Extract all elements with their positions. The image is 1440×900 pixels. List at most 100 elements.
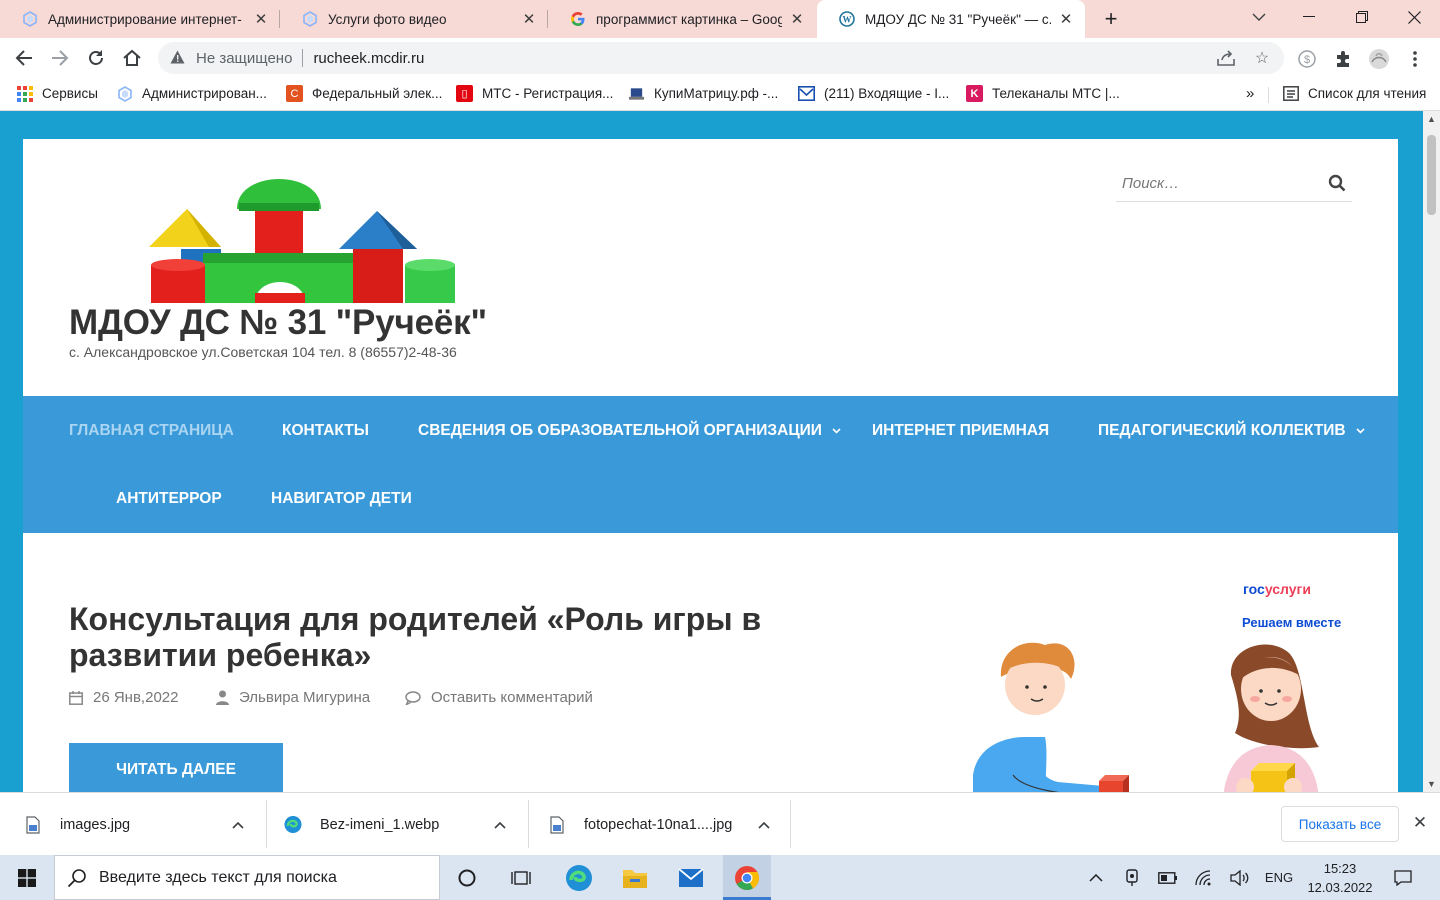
close-icon[interactable]: ✕ <box>1057 10 1075 28</box>
scrollbar-thumb[interactable] <box>1427 135 1436 215</box>
nav-item-contacts[interactable]: Контакты <box>282 422 369 440</box>
bookmark-kupimatritsu[interactable]: КупиМатрицу.рф -... <box>628 85 778 102</box>
nav-item-home[interactable]: Главная страница <box>69 422 234 440</box>
wifi-icon[interactable] <box>1192 855 1216 900</box>
search-input[interactable]: Поиск… <box>1116 175 1322 192</box>
forward-button[interactable] <box>46 44 74 72</box>
nav-item-staff[interactable]: Педагогический коллектив <box>1098 422 1365 440</box>
taskbar-chrome[interactable] <box>723 855 771 900</box>
meet-now-icon[interactable] <box>1120 855 1144 900</box>
language-indicator[interactable]: ENG <box>1262 855 1296 900</box>
tab-title: МДОУ ДС № 31 "Ручеёк" — с. А <box>865 11 1051 27</box>
extensions-puzzle-icon[interactable] <box>1331 47 1355 71</box>
scroll-up-icon[interactable]: ▲ <box>1423 111 1440 127</box>
close-icon[interactable]: ✕ <box>1410 813 1430 833</box>
profile-avatar-icon[interactable] <box>1367 47 1391 71</box>
chevron-up-icon[interactable] <box>232 818 244 832</box>
bookmark-mts[interactable]: ▯ МТС - Регистрация... <box>456 85 613 102</box>
taskbar-search-box[interactable]: Введите здесь текст для поиска <box>54 855 440 900</box>
taskbar-edge[interactable] <box>555 855 603 900</box>
reload-button[interactable] <box>82 44 110 72</box>
nav-item-label: Педагогический коллектив <box>1098 422 1346 439</box>
restore-button[interactable] <box>1337 0 1387 34</box>
nav-item-reception[interactable]: Интернет приемная <box>872 422 1049 440</box>
nav-item-label: Контакты <box>282 422 369 439</box>
bookmark-inbox[interactable]: (211) Входящие - I... <box>798 85 949 102</box>
bookmark-admin[interactable]: Администрирован... <box>116 85 267 102</box>
site-title[interactable]: МДОУ ДС № 31 "Ручеёк" <box>69 303 487 343</box>
volume-icon[interactable] <box>1228 855 1252 900</box>
star-icon[interactable]: ☆ <box>1250 48 1274 68</box>
site-logo[interactable] <box>69 157 469 303</box>
post-title[interactable]: Консультация для родителей «Роль игры в … <box>69 601 829 673</box>
windows-start-button[interactable] <box>0 855 54 900</box>
gosuslugi-banner[interactable]: госуслуги Решаем вместе <box>953 575 1353 792</box>
post-author[interactable]: Эльвира Мигурина <box>216 689 370 706</box>
taskbar-file-explorer[interactable] <box>611 855 659 900</box>
page-scrollbar[interactable]: ▲ ▼ <box>1423 111 1440 792</box>
nav-item-antiterror[interactable]: Антитеррор <box>116 490 222 508</box>
bookmark-label: (211) Входящие - I... <box>824 86 950 101</box>
tab-uslugi[interactable]: Услуги фото видео ✕ <box>280 0 548 38</box>
address-bar[interactable]: Не защищено rucheek.mcdir.ru ☆ <box>158 42 1284 74</box>
bookmark-mts-tv[interactable]: K Телеканалы МТС |... <box>966 85 1120 102</box>
close-icon[interactable]: ✕ <box>788 10 806 28</box>
task-view-button[interactable] <box>497 855 545 900</box>
menu-kebab-icon[interactable] <box>1403 47 1427 71</box>
download-item-images[interactable]: images.jpg <box>24 793 260 856</box>
search-icon <box>67 868 87 888</box>
warning-icon[interactable] <box>170 50 188 67</box>
search-icon[interactable] <box>1322 174 1352 192</box>
taskbar-clock[interactable]: 15:23 12.03.2022 <box>1300 859 1380 897</box>
browser-toolbar: Не защищено rucheek.mcdir.ru ☆ $ <box>0 38 1440 79</box>
clock-time: 15:23 <box>1323 861 1357 876</box>
post-comments[interactable]: Оставить комментарий <box>405 689 593 706</box>
nav-item-navigator[interactable]: Навигатор дети <box>271 490 412 508</box>
close-icon[interactable]: ✕ <box>520 10 538 28</box>
scroll-down-icon[interactable]: ▼ <box>1423 776 1440 792</box>
show-hidden-icons-button[interactable] <box>1084 855 1108 900</box>
children-illustration <box>973 642 1319 792</box>
home-button[interactable] <box>118 44 146 72</box>
chevron-up-icon[interactable] <box>494 818 506 832</box>
share-icon[interactable] <box>1214 48 1238 68</box>
tab-rucheek[interactable]: W МДОУ ДС № 31 "Ручеёк" — с. А ✕ <box>817 0 1085 38</box>
bookmarks-more-button[interactable]: » <box>1246 85 1254 102</box>
extension-coin-icon[interactable]: $ <box>1295 47 1319 71</box>
nav-item-org-info[interactable]: Сведения об образовательной организации <box>418 422 841 440</box>
tab-title: Услуги фото видео <box>328 11 447 27</box>
security-label[interactable]: Не защищено <box>196 50 292 67</box>
minimize-button[interactable] <box>1284 0 1334 34</box>
back-button[interactable] <box>10 44 38 72</box>
bookmark-services[interactable]: Сервисы <box>16 85 98 102</box>
read-more-button[interactable]: Читать далее <box>69 743 283 792</box>
chevron-up-icon[interactable] <box>758 818 770 832</box>
download-filename: images.jpg <box>60 816 131 833</box>
reading-list-button[interactable]: Список для чтения <box>1282 85 1426 102</box>
download-filename: fotopechat-10na1....jpg <box>584 816 733 833</box>
chevron-down-icon <box>1356 426 1365 437</box>
tab-google[interactable]: программист картинка – Googl ✕ <box>548 0 816 38</box>
tab-search-chevron-icon[interactable] <box>1234 0 1284 34</box>
url-text[interactable]: rucheek.mcdir.ru <box>313 50 424 67</box>
bookmark-federal[interactable]: C Федеральный элек... <box>286 85 442 102</box>
show-all-downloads-button[interactable]: Показать все <box>1281 806 1399 842</box>
post-date[interactable]: 26 Янв,2022 <box>69 689 178 706</box>
folder-icon <box>623 869 647 888</box>
download-item-bez-imeni[interactable]: Bez-imeni_1.webp <box>284 793 524 856</box>
windows-taskbar: Введите здесь текст для поиска ENG 15:23… <box>0 855 1440 900</box>
mts-icon: ▯ <box>456 85 473 102</box>
close-icon[interactable]: ✕ <box>252 10 270 28</box>
fed-icon: C <box>286 85 303 102</box>
close-window-button[interactable] <box>1389 0 1439 34</box>
taskbar-mail[interactable] <box>667 855 715 900</box>
cortana-button[interactable] <box>443 855 491 900</box>
notifications-icon[interactable] <box>1390 855 1416 900</box>
battery-icon[interactable] <box>1156 855 1180 900</box>
edge-icon <box>566 864 592 891</box>
post-comments-text: Оставить комментарий <box>431 689 593 706</box>
download-item-fotopechat[interactable]: fotopechat-10na1....jpg <box>548 793 788 856</box>
edge-icon <box>284 815 302 835</box>
tab-admin[interactable]: Администрирование интернет- ✕ <box>0 0 280 38</box>
new-tab-button[interactable]: + <box>1098 6 1124 32</box>
